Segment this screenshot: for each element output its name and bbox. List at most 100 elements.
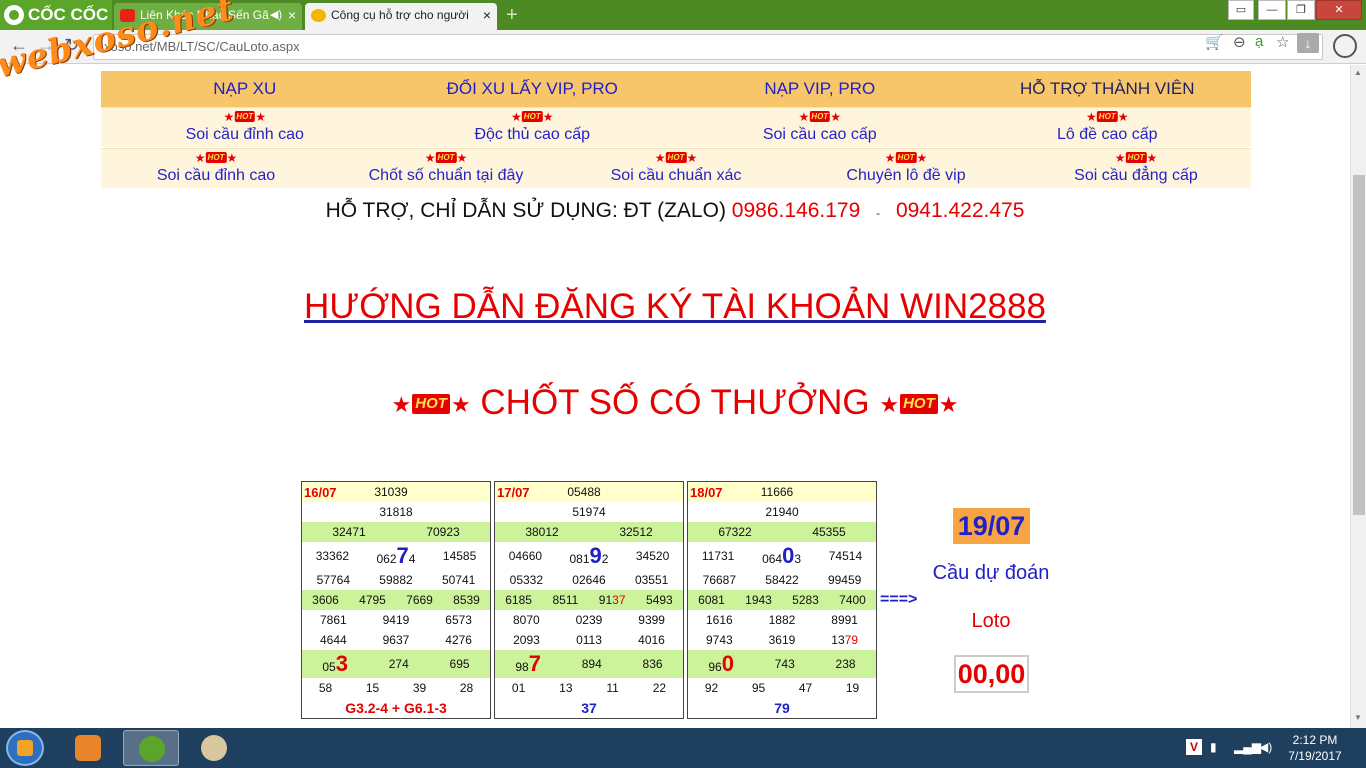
hot-badge-icon: ★ HOT ★ bbox=[884, 151, 928, 165]
close-tab-icon[interactable]: × bbox=[483, 3, 491, 28]
windows-taskbar: V ▮ ▂▄▆ ◀) 2:12 PM 7/19/2017 bbox=[0, 728, 1366, 768]
network-signal-icon[interactable]: ▂▄▆ bbox=[1234, 740, 1261, 754]
g4-value: 8539 bbox=[453, 593, 480, 607]
hot-badge-icon: ★ HOT ★ bbox=[798, 110, 841, 124]
zoom-icon[interactable]: ⊖ bbox=[1233, 33, 1246, 51]
g5-value: 4016 bbox=[638, 633, 665, 647]
link-soi-cau-chuan-xac[interactable]: Soi cầu chuẩn xác bbox=[561, 167, 791, 185]
close-tab-icon[interactable]: × bbox=[288, 3, 296, 28]
g1-value: 31818 bbox=[379, 505, 413, 519]
g4-value: 5493 bbox=[646, 593, 673, 607]
prediction-label: Cầu dự đoán bbox=[932, 562, 1050, 584]
g3-value: 34520 bbox=[635, 549, 670, 563]
new-tab-icon[interactable]: + bbox=[506, 4, 518, 27]
link-chot-so-chuan[interactable]: Chốt số chuẩn tại đây bbox=[331, 167, 561, 185]
g7-value: 13 bbox=[559, 681, 573, 695]
taskbar-paint[interactable] bbox=[186, 730, 242, 766]
taskbar-coccoc[interactable] bbox=[123, 730, 179, 766]
speaker-icon[interactable]: ◀) bbox=[270, 3, 282, 28]
link-soi-cau-cao-cap[interactable]: Soi cầu cao cấp bbox=[676, 126, 964, 144]
cart-icon[interactable]: 🛒 bbox=[1205, 33, 1224, 51]
nav-ho-tro[interactable]: HỖ TRỢ THÀNH VIÊN bbox=[964, 71, 1252, 107]
link-chuyen-lo-de-vip[interactable]: Chuyên lô đề vip bbox=[791, 167, 1021, 185]
g2-value: 32512 bbox=[619, 525, 653, 539]
g7-value: 11 bbox=[606, 681, 619, 695]
download-icon[interactable]: ↓ bbox=[1297, 33, 1319, 53]
nav-nap-vip[interactable]: NẠP VIP, PRO bbox=[676, 71, 964, 107]
row-g2: 38012 32512 bbox=[495, 522, 683, 542]
g4-value: 8511 bbox=[552, 593, 579, 607]
link-row-2: ★ HOT ★ Soi cầu đỉnh cao ★ HOT ★ Chốt số chu… bbox=[101, 148, 1251, 188]
tab-title: Công cụ hỗ trợ cho người bbox=[331, 8, 469, 22]
g5-value: 1882 bbox=[768, 613, 796, 627]
g6-value: 743 bbox=[774, 657, 795, 671]
minimize-button[interactable]: — bbox=[1258, 0, 1286, 20]
scroll-down-icon[interactable]: ▼ bbox=[1354, 713, 1362, 722]
result-table-1607: 16/07 31039 31818 32471 70923 33362 06274 1… bbox=[301, 481, 491, 719]
scroll-up-icon[interactable]: ▲ bbox=[1354, 68, 1362, 77]
g7-value: 95 bbox=[751, 681, 766, 695]
tab-xoso[interactable]: Công cụ hỗ trợ cho người × bbox=[305, 3, 497, 30]
link-soi-cau-dang-cap[interactable]: Soi cầu đẳng cấp bbox=[1021, 167, 1251, 185]
g3-value: 08192 bbox=[569, 543, 609, 568]
bookmark-star-icon[interactable]: ☆ bbox=[1276, 33, 1289, 51]
link-soi-cau-dinh-cao[interactable]: Soi cầu đỉnh cao bbox=[101, 126, 389, 144]
close-window-button[interactable]: ✕ bbox=[1316, 0, 1362, 20]
taskbar-clock[interactable]: 2:12 PM 7/19/2017 bbox=[1280, 732, 1350, 764]
g3-value: 58422 bbox=[765, 573, 799, 587]
support-phone-1[interactable]: 0986.146.179 bbox=[732, 199, 860, 222]
taskbar-media-player[interactable] bbox=[60, 730, 116, 766]
browser-menu-icon[interactable] bbox=[1333, 34, 1357, 58]
restore-button[interactable]: ❐ bbox=[1287, 0, 1315, 20]
link-cell: ★ HOT ★ Chuyên lô đề vip bbox=[791, 149, 1021, 188]
g5-value: 7861 bbox=[319, 613, 347, 627]
g5-value: 9399 bbox=[638, 613, 665, 627]
g5-value: 8991 bbox=[831, 613, 858, 627]
g5-value: 1379 bbox=[831, 633, 858, 647]
guide-section: HƯỚNG DẪN ĐĂNG KÝ TÀI KHOẢN WIN2888 bbox=[0, 287, 1350, 327]
g3-value: 04660 bbox=[508, 549, 543, 563]
g6-value: 894 bbox=[581, 657, 602, 671]
support-phone-2[interactable]: 0941.422.475 bbox=[896, 199, 1024, 222]
start-button[interactable] bbox=[6, 730, 44, 766]
nav-nap-xu[interactable]: NẠP XU bbox=[101, 71, 389, 107]
row-g3a: 04660 08192 34520 bbox=[495, 542, 683, 570]
volume-icon[interactable]: ◀) bbox=[1259, 740, 1272, 754]
g5-value: 6573 bbox=[445, 613, 472, 627]
clock-time: 2:12 PM bbox=[1292, 733, 1338, 747]
g6-value: 987 bbox=[515, 651, 541, 676]
row-g5a: 1616 1882 8991 bbox=[688, 610, 876, 630]
page-scrollbar[interactable]: ▲ ▼ bbox=[1350, 65, 1366, 728]
vivaldi-tray-icon[interactable]: V bbox=[1186, 739, 1202, 755]
scrollbar-thumb[interactable] bbox=[1353, 175, 1365, 515]
nav-doi-xu[interactable]: ĐỔI XU LẤY VIP, PRO bbox=[389, 71, 677, 107]
link-doc-thu-cao-cap[interactable]: Độc thủ cao cấp bbox=[389, 126, 677, 144]
url-input[interactable]: xoso.net/MB/LT/SC/CauLoto.aspx bbox=[93, 34, 1323, 60]
g4-value: 1943 bbox=[745, 593, 772, 607]
table-footer: G3.2-4 + G6.1-3 bbox=[345, 700, 447, 716]
row-special: 18/07 11666 bbox=[688, 482, 876, 502]
g4-value: 9137 bbox=[598, 593, 626, 607]
link-lo-de-cao-cap[interactable]: Lô đề cao cấp bbox=[964, 126, 1252, 144]
device-tray-icon[interactable]: ▮ bbox=[1210, 740, 1217, 754]
link-soi-cau-dinh-cao-2[interactable]: Soi cầu đỉnh cao bbox=[101, 167, 331, 185]
g7-value: 19 bbox=[845, 681, 860, 695]
row-g3a: 33362 06274 14585 bbox=[302, 542, 490, 570]
hot-badge-icon: ★ HOT ★ bbox=[879, 391, 959, 417]
guide-link[interactable]: HƯỚNG DẪN ĐĂNG KÝ TÀI KHOẢN WIN2888 bbox=[304, 287, 1046, 326]
hot-badge-icon: ★ HOT ★ bbox=[654, 151, 698, 165]
chot-so-title: CHỐT SỐ CÓ THƯỞNG bbox=[480, 383, 870, 422]
clock-date: 7/19/2017 bbox=[1288, 749, 1342, 763]
profile-button[interactable]: ▭ bbox=[1228, 0, 1254, 20]
row-special: 16/07 31039 bbox=[302, 482, 490, 502]
g4-value: 3606 bbox=[312, 593, 339, 607]
row-g3b: 05332 02646 03551 bbox=[495, 570, 683, 590]
hot-badge-icon: ★ HOT ★ bbox=[511, 110, 554, 124]
link-cell: ★ HOT ★ Chốt số chuẩn tại đây bbox=[331, 149, 561, 188]
g7-value: 28 bbox=[459, 681, 474, 695]
g7-value: 47 bbox=[798, 681, 813, 695]
translate-icon[interactable]: ạ bbox=[1255, 33, 1263, 50]
row-g5a: 8070 0239 9399 bbox=[495, 610, 683, 630]
g3-value: 03551 bbox=[634, 573, 669, 587]
g5-value: 2093 bbox=[513, 633, 540, 647]
